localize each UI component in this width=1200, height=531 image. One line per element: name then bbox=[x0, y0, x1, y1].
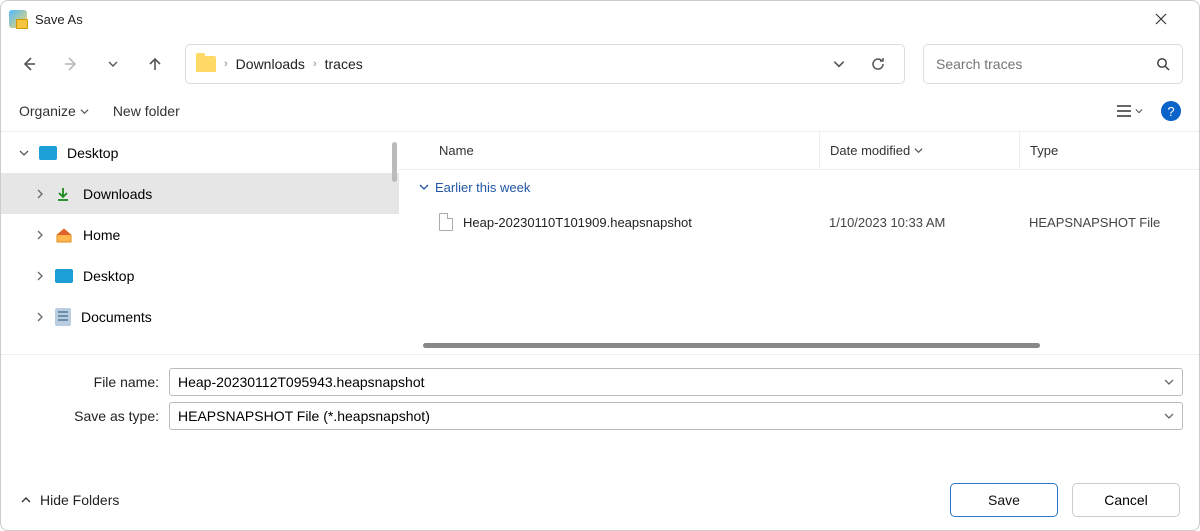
group-header-label: Earlier this week bbox=[435, 180, 530, 195]
tree-label: Downloads bbox=[83, 186, 152, 202]
chevron-right-icon: › bbox=[313, 58, 317, 70]
chevron-right-icon[interactable] bbox=[35, 312, 45, 322]
search-input[interactable] bbox=[936, 56, 1156, 72]
desktop-icon bbox=[55, 269, 73, 283]
sort-indicator-icon bbox=[914, 146, 923, 155]
view-options-button[interactable] bbox=[1116, 104, 1143, 118]
close-button[interactable] bbox=[1155, 13, 1191, 25]
column-header-date-label: Date modified bbox=[830, 143, 910, 158]
save-type-label: Save as type: bbox=[17, 408, 159, 424]
tree-item-downloads[interactable]: Downloads bbox=[1, 173, 399, 214]
tree-item-home[interactable]: Home bbox=[1, 214, 399, 255]
file-name-field[interactable] bbox=[169, 368, 1183, 396]
column-header-date[interactable]: Date modified bbox=[819, 132, 1019, 169]
file-name-input[interactable] bbox=[178, 374, 1164, 390]
new-folder-label: New folder bbox=[113, 103, 180, 119]
column-header-type[interactable]: Type bbox=[1019, 132, 1199, 169]
tree-item-desktop-2[interactable]: Desktop bbox=[1, 255, 399, 296]
home-icon bbox=[55, 227, 73, 243]
address-dropdown-button[interactable] bbox=[832, 57, 846, 71]
organize-button[interactable]: Organize bbox=[19, 103, 89, 119]
file-name-dropdown[interactable] bbox=[1164, 377, 1174, 387]
column-header-name[interactable]: Name bbox=[399, 143, 819, 158]
chevron-right-icon: › bbox=[224, 58, 228, 70]
file-icon bbox=[439, 213, 453, 231]
breadcrumb-item[interactable]: traces bbox=[325, 56, 363, 72]
tree-label: Home bbox=[83, 227, 120, 243]
group-header[interactable]: Earlier this week bbox=[399, 170, 1199, 204]
sidebar: Desktop Downloads Home Desktop bbox=[1, 132, 399, 354]
address-bar[interactable]: › Downloads › traces bbox=[185, 44, 905, 84]
file-name-label: File name: bbox=[17, 374, 159, 390]
file-pane: Name Date modified Type Earlier this wee… bbox=[399, 132, 1199, 354]
recent-locations-button[interactable] bbox=[101, 52, 125, 76]
desktop-icon bbox=[39, 146, 57, 160]
hide-folders-label: Hide Folders bbox=[40, 492, 119, 508]
documents-icon bbox=[55, 308, 71, 326]
chevron-right-icon[interactable] bbox=[35, 230, 45, 240]
hide-folders-button[interactable]: Hide Folders bbox=[20, 492, 119, 508]
chevron-down-icon bbox=[419, 182, 429, 192]
save-type-dropdown[interactable] bbox=[1164, 411, 1174, 421]
chevron-down-icon[interactable] bbox=[19, 148, 29, 158]
breadcrumb-item[interactable]: Downloads bbox=[236, 56, 305, 72]
chevron-up-icon bbox=[20, 494, 32, 506]
new-folder-button[interactable]: New folder bbox=[113, 103, 180, 119]
file-date: 1/10/2023 10:33 AM bbox=[819, 215, 1019, 230]
horizontal-scrollbar[interactable] bbox=[423, 343, 1175, 348]
file-name: Heap-20230110T101909.heapsnapshot bbox=[463, 215, 692, 230]
app-icon bbox=[9, 10, 27, 28]
forward-button[interactable] bbox=[59, 52, 83, 76]
search-icon[interactable] bbox=[1156, 57, 1170, 71]
sidebar-scrollbar[interactable] bbox=[392, 142, 397, 182]
refresh-button[interactable] bbox=[862, 48, 894, 80]
back-button[interactable] bbox=[17, 52, 41, 76]
tree-item-desktop[interactable]: Desktop bbox=[1, 132, 399, 173]
download-icon bbox=[55, 186, 73, 202]
file-row[interactable]: Heap-20230110T101909.heapsnapshot 1/10/2… bbox=[399, 204, 1199, 240]
chevron-right-icon[interactable] bbox=[35, 189, 45, 199]
tree-item-documents[interactable]: Documents bbox=[1, 296, 399, 337]
help-button[interactable]: ? bbox=[1161, 101, 1181, 121]
tree-label: Desktop bbox=[83, 268, 134, 284]
save-type-value: HEAPSNAPSHOT File (*.heapsnapshot) bbox=[178, 408, 1164, 424]
search-box[interactable] bbox=[923, 44, 1183, 84]
window-title: Save As bbox=[35, 12, 83, 27]
save-button[interactable]: Save bbox=[950, 483, 1058, 517]
chevron-right-icon[interactable] bbox=[35, 271, 45, 281]
cancel-button[interactable]: Cancel bbox=[1072, 483, 1180, 517]
up-button[interactable] bbox=[143, 52, 167, 76]
save-type-field[interactable]: HEAPSNAPSHOT File (*.heapsnapshot) bbox=[169, 402, 1183, 430]
folder-icon bbox=[196, 56, 216, 72]
organize-label: Organize bbox=[19, 103, 76, 119]
tree-label: Documents bbox=[81, 309, 152, 325]
file-type: HEAPSNAPSHOT File bbox=[1019, 215, 1199, 230]
tree-label: Desktop bbox=[67, 145, 118, 161]
